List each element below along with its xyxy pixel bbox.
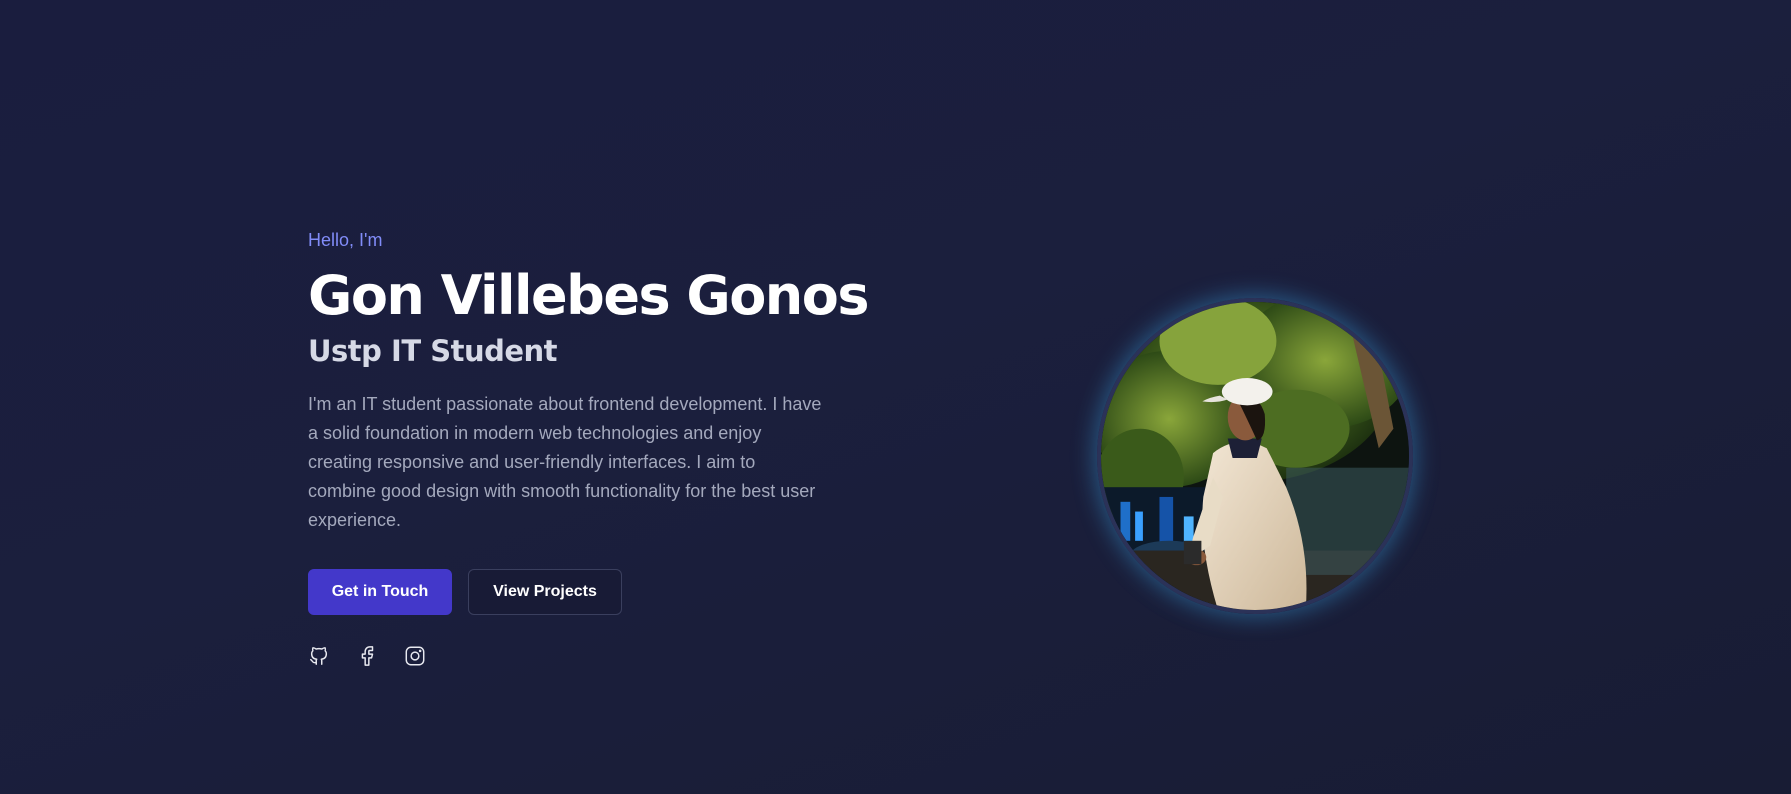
hero-section: Hello, I'm Gon Villebes Gonos Ustp IT St… [308, 228, 870, 667]
profile-photo [1097, 298, 1413, 614]
greeting-text: Hello, I'm [308, 230, 383, 250]
github-icon [310, 647, 328, 665]
bio-paragraph: I'm an IT student passionate about front… [308, 394, 822, 530]
view-projects-button[interactable]: View Projects [468, 569, 622, 615]
facebook-link[interactable] [356, 645, 378, 667]
hero-actions: Get in Touch View Projects [308, 569, 868, 615]
profile-photo-image [1101, 302, 1409, 610]
get-in-touch-button[interactable]: Get in Touch [308, 569, 452, 615]
instagram-icon [405, 646, 425, 666]
social-links [308, 645, 868, 667]
instagram-link[interactable] [404, 645, 426, 667]
github-link[interactable] [308, 645, 330, 667]
role-subtitle: Ustp IT Student [308, 334, 558, 368]
page-title: Gon Villebes Gonos [308, 264, 870, 327]
facebook-icon [361, 646, 374, 666]
